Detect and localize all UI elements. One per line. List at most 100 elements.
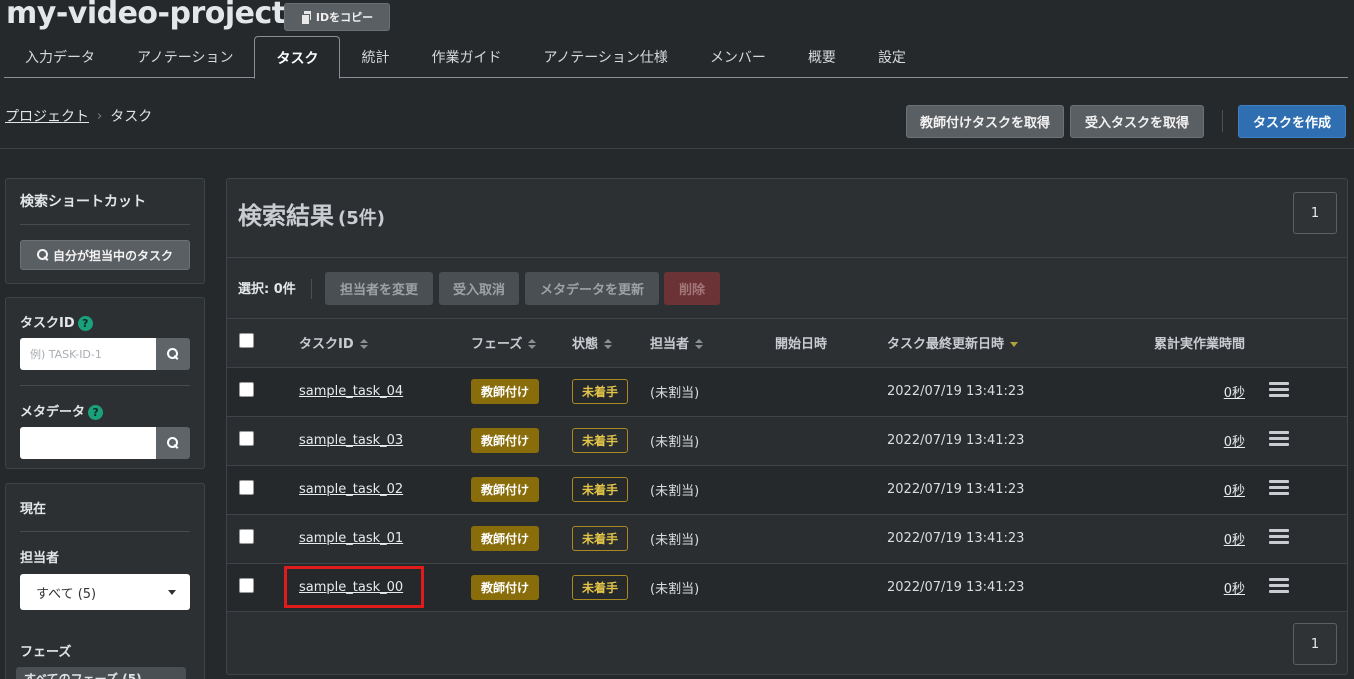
col-start-date: 開始日時	[775, 336, 828, 352]
shortcut-title: 検索ショートカット	[20, 194, 146, 210]
help-icon[interactable]: ?	[88, 405, 104, 420]
search-shortcut-panel: 検索ショートカット 自分が担当中のタスク	[5, 178, 205, 284]
work-time-link[interactable]: 0秒	[1224, 582, 1245, 597]
selection-count: 選択: 0件	[238, 282, 296, 297]
table-header-row: タスクID フェーズ 状態 担当者 開始日時 タスク最終更新日時 累計実作業時間	[227, 318, 1347, 367]
get-teacher-task-button[interactable]: 教師付けタスクを取得	[906, 105, 1064, 138]
menu-icon[interactable]	[1269, 577, 1289, 594]
sort-icon[interactable]	[604, 339, 613, 350]
get-acceptance-task-button[interactable]: 受入タスクを取得	[1070, 105, 1204, 138]
pagination-page-button[interactable]: 1	[1293, 192, 1337, 234]
assignee-value: (未割当)	[650, 435, 700, 450]
row-checkbox[interactable]	[239, 480, 254, 495]
assignee-select-value: すべて (5)	[36, 586, 97, 602]
menu-icon[interactable]	[1269, 381, 1289, 398]
my-tasks-label: 自分が担当中のタスク	[52, 248, 173, 263]
col-last-updated[interactable]: タスク最終更新日時	[887, 337, 1004, 352]
task-id-link[interactable]: sample_task_00	[299, 580, 403, 595]
tab-settings[interactable]: 設定	[857, 36, 927, 78]
chevron-right-icon: ›	[97, 108, 103, 124]
sort-icon[interactable]	[695, 339, 704, 350]
work-time-link[interactable]: 0秒	[1224, 484, 1245, 499]
phase-badge: 教師付け	[471, 477, 540, 502]
status-badge: 未着手	[572, 477, 629, 502]
phase-badge: 教師付け	[471, 575, 540, 601]
status-badge: 未着手	[572, 428, 629, 453]
col-assignee[interactable]: 担当者	[650, 337, 689, 352]
task-id-label-row: タスクID?	[20, 312, 190, 331]
work-time-link[interactable]: 0秒	[1224, 386, 1245, 401]
metadata-input[interactable]	[20, 427, 156, 459]
delete-button[interactable]: 削除	[664, 272, 720, 305]
select-all-checkbox[interactable]	[239, 332, 254, 348]
results-title-text: 検索結果	[238, 202, 334, 230]
task-table: タスクID フェーズ 状態 担当者 開始日時 タスク最終更新日時 累計実作業時間…	[227, 318, 1347, 612]
row-checkbox[interactable]	[239, 382, 254, 397]
col-phase[interactable]: フェーズ	[471, 337, 522, 352]
metadata-search-button[interactable]	[156, 427, 190, 459]
menu-icon[interactable]	[1269, 528, 1289, 545]
task-id-input[interactable]	[20, 338, 156, 370]
tab-statistics[interactable]: 統計	[340, 36, 410, 78]
assignee-value: (未割当)	[650, 533, 700, 548]
divider	[227, 257, 1347, 258]
copy-icon	[300, 11, 311, 25]
task-id-search-button[interactable]	[156, 338, 190, 370]
cancel-acceptance-button[interactable]: 受入取消	[439, 272, 519, 305]
copy-id-button[interactable]: IDをコピー	[284, 3, 390, 31]
metadata-search-group	[20, 427, 190, 459]
sort-icon[interactable]	[528, 339, 537, 350]
results-title: 検索結果 (5件)	[238, 196, 385, 231]
sort-icon[interactable]	[359, 339, 368, 350]
task-id-link[interactable]: sample_task_02	[299, 482, 403, 497]
current-filter-panel: 現在 担当者 すべて (5) フェーズ すべてのフェーズ (5)	[5, 483, 205, 679]
phase-badge: 教師付け	[471, 379, 540, 404]
row-checkbox[interactable]	[239, 529, 254, 544]
header-divider-line	[0, 148, 1354, 149]
tab-task[interactable]: タスク	[254, 36, 341, 79]
pagination-page-button-bottom[interactable]: 1	[1293, 623, 1337, 665]
sort-desc-icon[interactable]	[1010, 341, 1019, 347]
task-id-link[interactable]: sample_task_01	[299, 531, 403, 546]
col-status[interactable]: 状態	[572, 337, 598, 352]
tab-input-data[interactable]: 入力データ	[4, 36, 116, 78]
col-task-id[interactable]: タスクID	[299, 337, 354, 352]
update-metadata-button[interactable]: メタデータを更新	[525, 272, 659, 305]
status-badge: 未着手	[572, 526, 629, 551]
row-checkbox[interactable]	[239, 578, 254, 594]
menu-icon[interactable]	[1269, 430, 1289, 447]
phase-filter-label: フェーズ	[20, 645, 72, 660]
table-row: sample_task_00 教師付け 未着手 (未割当) 2022/07/19…	[227, 562, 1347, 612]
help-icon[interactable]: ?	[77, 316, 93, 331]
tab-work-guide[interactable]: 作業ガイド	[410, 36, 522, 78]
phase-filter-all[interactable]: すべてのフェーズ (5)	[16, 667, 186, 679]
task-id-link[interactable]: sample_task_04	[299, 384, 403, 399]
my-tasks-button[interactable]: 自分が担当中のタスク	[20, 240, 190, 270]
menu-icon[interactable]	[1269, 479, 1289, 496]
assignee-select[interactable]: すべて (5)	[20, 574, 190, 610]
assignee-value: (未割当)	[650, 386, 700, 401]
task-id-link[interactable]: sample_task_03	[299, 433, 403, 448]
tab-annotation[interactable]: アノテーション	[116, 36, 254, 78]
table-row: sample_task_01 教師付け 未着手 (未割当) 2022/07/19…	[227, 513, 1347, 563]
table-row: sample_task_04 教師付け 未着手 (未割当) 2022/07/19…	[227, 366, 1347, 416]
breadcrumb-project-link[interactable]: プロジェクト	[5, 106, 89, 126]
tab-annotation-spec[interactable]: アノテーション仕様	[522, 36, 688, 78]
project-tabs: 入力データ アノテーション タスク 統計 作業ガイド アノテーション仕様 メンバ…	[4, 36, 1348, 79]
search-icon	[36, 249, 49, 261]
create-task-button[interactable]: タスクを作成	[1238, 105, 1346, 138]
change-assignee-button[interactable]: 担当者を変更	[325, 272, 433, 305]
search-icon	[167, 437, 179, 449]
tab-overview[interactable]: 概要	[787, 36, 857, 78]
row-checkbox[interactable]	[239, 431, 254, 446]
tab-members[interactable]: メンバー	[689, 36, 787, 78]
assignee-value: (未割当)	[650, 484, 700, 499]
breadcrumb: プロジェクト › タスク	[5, 106, 152, 126]
work-time-link[interactable]: 0秒	[1224, 435, 1245, 450]
results-panel: 検索結果 (5件) 1 選択: 0件 担当者を変更 受入取消 メタデータを更新 削…	[226, 178, 1348, 675]
work-time-link[interactable]: 0秒	[1224, 533, 1245, 548]
last-updated-value: 2022/07/19 13:41:23	[887, 433, 1025, 448]
filter-panel: タスクID? メタデータ?	[5, 297, 205, 469]
caret-down-icon	[168, 589, 176, 595]
status-badge: 未着手	[572, 575, 629, 601]
